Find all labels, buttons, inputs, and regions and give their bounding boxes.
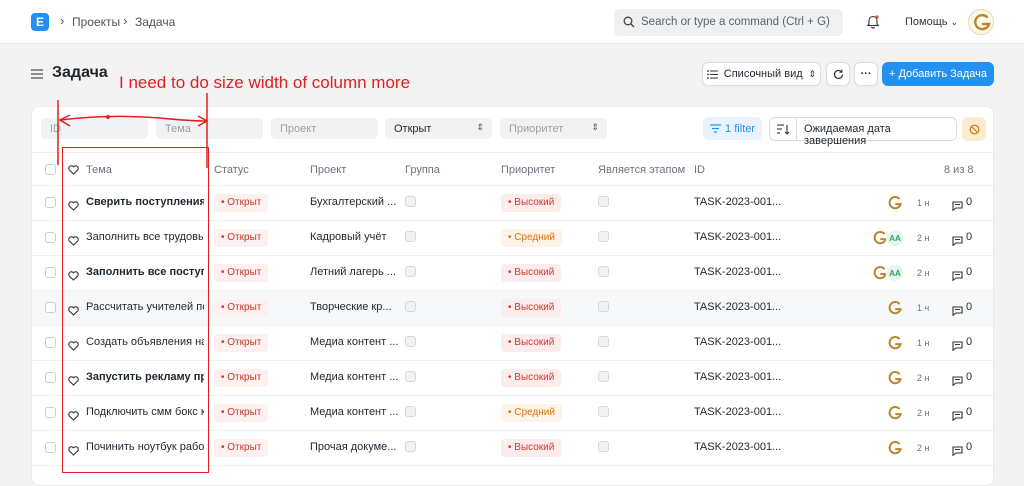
annotation-highlight-box <box>62 147 209 473</box>
